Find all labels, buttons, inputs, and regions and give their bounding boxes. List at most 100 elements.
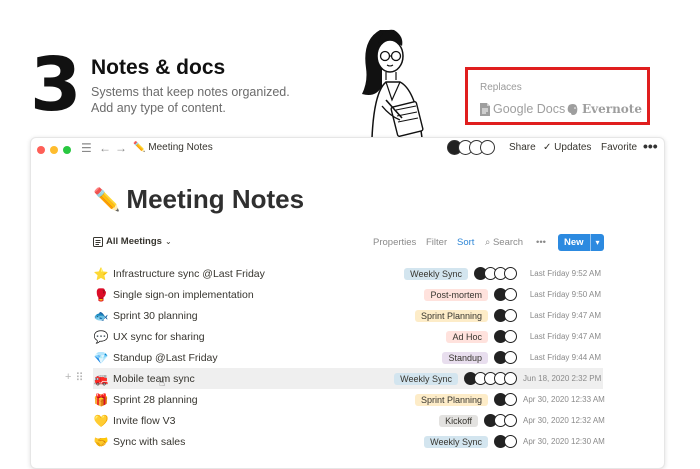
row-icon: 🐟 [93, 308, 109, 323]
more-options-icon[interactable]: ••• [643, 138, 658, 154]
collaborator-avatars[interactable] [447, 140, 495, 155]
meeting-type-tag[interactable]: Kickoff [439, 414, 478, 427]
section-title: Notes & docs [91, 56, 226, 79]
replaces-evernote: Evernote [566, 102, 642, 116]
row-icon: 🚒 [93, 371, 109, 386]
attendee-avatars[interactable] [484, 414, 517, 427]
list-item[interactable]: 💎 Standup @Last Friday Standup Last Frid… [93, 347, 603, 368]
attendee-avatars[interactable] [474, 267, 517, 280]
list-item[interactable]: ⭐ Infrastructure sync @Last Friday Weekl… [93, 263, 603, 284]
person-writing-illustration [362, 29, 424, 138]
maximize-window-button[interactable] [63, 146, 71, 154]
avatar [504, 309, 517, 322]
attendee-avatars[interactable] [494, 330, 517, 343]
google-docs-label: Google Docs [493, 102, 566, 116]
breadcrumb-label: Meeting Notes [148, 142, 213, 153]
meeting-type-tag[interactable]: Ad Hoc [446, 330, 488, 343]
avatar [480, 140, 495, 155]
minimize-window-button[interactable] [50, 146, 58, 154]
row-properties: Kickoff Apr 30, 2020 12:32 AM [439, 410, 605, 431]
attendee-avatars[interactable] [494, 351, 517, 364]
row-icon: 💛 [93, 413, 109, 428]
row-title[interactable]: Sync with sales [113, 436, 185, 448]
list-item[interactable]: 🥊 Single sign-on implementation Post-mor… [93, 284, 603, 305]
forward-arrow-icon[interactable]: → [115, 141, 127, 155]
created-date: Apr 30, 2020 12:33 AM [523, 395, 605, 404]
meeting-type-tag[interactable]: Weekly Sync [424, 435, 488, 448]
window-titlebar: ☰ ← → ✏️ Meeting Notes Share ✓ Updates F… [31, 138, 664, 160]
meeting-type-tag[interactable]: Weekly Sync [404, 267, 468, 280]
row-title[interactable]: Single sign-on implementation [113, 289, 254, 301]
evernote-label: Evernote [582, 102, 642, 116]
properties-button[interactable]: Properties [373, 237, 416, 248]
list-item[interactable]: 💛 Invite flow V3 Kickoff Apr 30, 2020 12… [93, 410, 605, 431]
avatar [504, 288, 517, 301]
page-title-text[interactable]: Meeting Notes [126, 184, 304, 215]
row-title[interactable]: Sprint 30 planning [113, 310, 198, 322]
updates-button[interactable]: ✓ Updates [543, 142, 591, 153]
list-item[interactable]: 🤝 Sync with sales Weekly Sync Apr 30, 20… [93, 431, 605, 452]
search-button[interactable]: ⌕ Search [485, 237, 523, 248]
row-properties: Sprint Planning Last Friday 9:47 AM [414, 305, 601, 326]
close-window-button[interactable] [37, 146, 45, 154]
attendee-avatars[interactable] [494, 309, 517, 322]
google-docs-icon [480, 102, 490, 116]
row-icon: 💎 [93, 350, 109, 365]
table-view-icon [93, 236, 103, 247]
attendee-avatars[interactable] [464, 372, 517, 385]
list-item[interactable]: 🐟 Sprint 30 planning Sprint Planning Las… [93, 305, 603, 326]
row-title[interactable]: UX sync for sharing [113, 331, 205, 343]
meeting-type-tag[interactable]: Weekly Sync [394, 372, 458, 385]
row-icon: ⭐ [93, 266, 109, 281]
list-item[interactable]: + ⠿ 🚒 Mobile team sync Weekly Sync Jun 18… [65, 368, 603, 389]
row-title[interactable]: Mobile team sync [113, 373, 195, 385]
breadcrumb[interactable]: ✏️ Meeting Notes [133, 142, 213, 153]
chevron-down-icon[interactable]: ▾ [590, 234, 604, 251]
row-title[interactable]: Infrastructure sync @Last Friday [113, 268, 265, 280]
attendee-avatars[interactable] [494, 393, 517, 406]
add-row-icon[interactable]: + [65, 371, 71, 384]
new-button[interactable]: New ▾ [558, 234, 604, 251]
attendee-avatars[interactable] [494, 435, 517, 448]
row-title[interactable]: Sprint 28 planning [113, 394, 198, 406]
avatar [504, 372, 517, 385]
attendee-avatars[interactable] [494, 288, 517, 301]
meeting-type-tag[interactable]: Sprint Planning [414, 393, 488, 406]
search-label: Search [492, 237, 524, 248]
meeting-type-tag[interactable]: Post-mortem [424, 288, 488, 301]
row-title[interactable]: Invite flow V3 [113, 415, 175, 427]
page-icon[interactable]: ✏️ [93, 187, 120, 213]
breadcrumb-icon: ✏️ [133, 142, 146, 153]
avatar [504, 393, 517, 406]
drag-handle-icon[interactable]: ⠿ [75, 371, 83, 384]
created-date: Last Friday 9:50 AM [529, 290, 601, 299]
row-title[interactable]: Standup @Last Friday [113, 352, 218, 364]
created-date: Jun 18, 2020 2:32 PM [523, 374, 602, 383]
list-item[interactable]: 🎁 Sprint 28 planning Sprint Planning Apr… [93, 389, 605, 410]
row-properties: Post-mortem Last Friday 9:50 AM [424, 284, 601, 305]
meeting-type-tag[interactable]: Sprint Planning [414, 309, 488, 322]
page-title: ✏️ Meeting Notes [93, 184, 304, 215]
created-date: Last Friday 9:52 AM [529, 269, 601, 278]
updates-label: Updates [554, 142, 592, 153]
hand-cursor-icon: ☝ [159, 378, 166, 389]
row-properties: Ad Hoc Last Friday 9:47 AM [446, 326, 601, 347]
section-subtitle: Systems that keep notes organized. Add a… [91, 84, 321, 116]
meeting-type-tag[interactable]: Standup [442, 351, 488, 364]
list-item[interactable]: 💬 UX sync for sharing Ad Hoc Last Friday… [93, 326, 603, 347]
share-button[interactable]: Share [509, 142, 536, 153]
section-number: 3 [30, 42, 82, 128]
more-view-options-icon[interactable]: ••• [536, 237, 546, 248]
avatar [504, 414, 517, 427]
back-arrow-icon[interactable]: ← [99, 141, 111, 155]
view-selector[interactable]: All Meetings ⌄ [93, 236, 172, 247]
sort-button[interactable]: Sort [457, 237, 474, 248]
row-icon: 🥊 [93, 287, 109, 302]
app-window: ☰ ← → ✏️ Meeting Notes Share ✓ Updates F… [30, 137, 665, 469]
row-properties: Weekly Sync Apr 30, 2020 12:30 AM [424, 431, 605, 452]
subtitle-line-2: Add any type of content. [91, 101, 226, 115]
created-date: Apr 30, 2020 12:32 AM [523, 416, 605, 425]
favorite-button[interactable]: Favorite [601, 142, 637, 153]
filter-button[interactable]: Filter [426, 237, 447, 248]
sidebar-menu-icon[interactable]: ☰ [81, 141, 92, 155]
